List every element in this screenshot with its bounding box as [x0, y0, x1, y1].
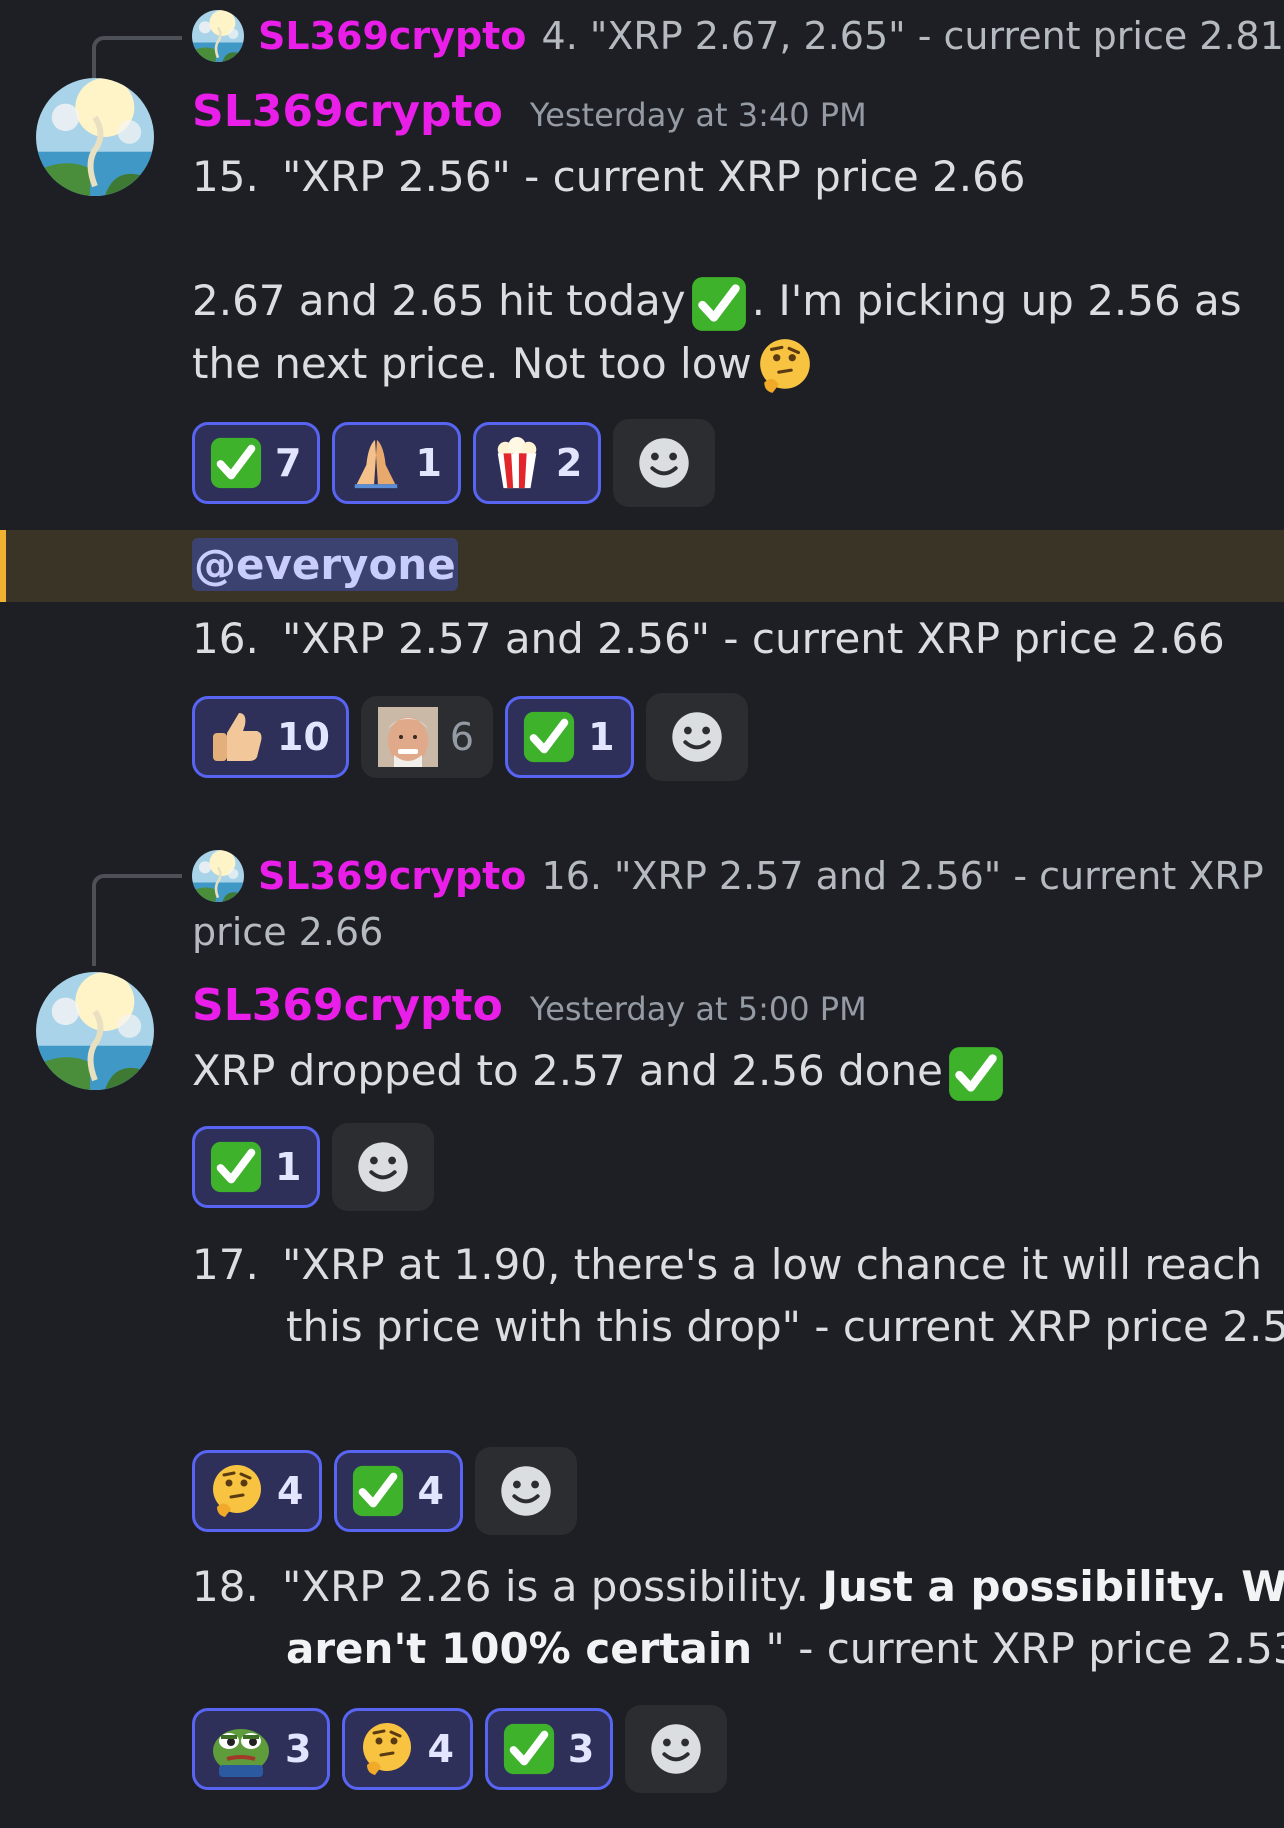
author-name[interactable]: SL369crypto [192, 980, 503, 1031]
reaction-count: 3 [567, 1727, 595, 1771]
timestamp[interactable]: Yesterday at 5:00 PM [530, 990, 867, 1028]
check-mark-emoji-icon [209, 1140, 263, 1194]
reply-text: 16. "XRP 2.57 and 2.56" - current XRP [541, 854, 1264, 898]
thinking-face-emoji-icon [211, 1463, 263, 1519]
reaction-count: 1 [415, 441, 442, 485]
author-avatar[interactable] [36, 78, 154, 196]
smiley-add-reaction-icon [670, 711, 723, 763]
reaction-thinking[interactable]: 4 [342, 1708, 473, 1790]
list-text: "XRP at 1.90, there's a low chance it wi… [282, 1240, 1284, 1351]
reaction-bar: 4 4 [192, 1447, 577, 1535]
reaction-count: 4 [277, 1469, 304, 1513]
reaction-check[interactable]: 1 [192, 1126, 321, 1208]
mention-line: @everyone [192, 534, 458, 605]
smiley-add-reaction-icon [650, 1723, 703, 1775]
list-text: "XRP 2.26 is a possibility. [282, 1562, 823, 1611]
timestamp[interactable]: Yesterday at 3:40 PM [530, 96, 867, 134]
reaction-check[interactable]: 1 [505, 696, 634, 778]
reply-text-continued: price 2.66 [192, 910, 384, 954]
body-text: 2.67 and 2.65 hit today [192, 276, 686, 325]
reaction-count: 6 [449, 715, 475, 759]
reaction-bar: 1 [192, 1123, 435, 1211]
thinking-face-emoji-icon [758, 337, 812, 395]
smiley-add-reaction-icon [638, 437, 691, 489]
reaction-count: 3 [285, 1727, 312, 1771]
list-number: 18. [192, 1562, 259, 1611]
reaction-count: 2 [555, 441, 583, 485]
reaction-count: 4 [427, 1727, 454, 1771]
thinking-face-emoji-icon [361, 1721, 413, 1777]
reaction-pepe[interactable]: 3 [192, 1708, 331, 1790]
reply-connector [92, 874, 182, 966]
reply-avatar[interactable] [192, 10, 244, 62]
reaction-bar: 7 1 2 [192, 419, 716, 507]
list-number: 15. [192, 152, 259, 201]
check-mark-emoji-icon [209, 436, 263, 490]
reaction-bar: 3 4 3 [192, 1705, 728, 1793]
mention-highlight-edge [0, 530, 6, 602]
message-header: SL369crypto Yesterday at 5:00 PM [192, 980, 867, 1031]
reply-connector [92, 36, 182, 80]
popcorn-emoji-icon [497, 436, 537, 489]
reply-author[interactable]: SL369crypto [258, 854, 526, 898]
pepe-frog-emoji-icon [213, 1729, 269, 1777]
reaction-count: 1 [588, 715, 615, 759]
list-text: " - current XRP price 2.53 [752, 1624, 1284, 1673]
reply-avatar[interactable] [192, 850, 244, 902]
reaction-check[interactable]: 7 [192, 422, 321, 504]
reaction-thumbs-up[interactable]: 10 [192, 696, 349, 778]
reply-preview[interactable]: SL369crypto 16. "XRP 2.57 and 2.56" - cu… [258, 854, 1264, 898]
message-body: 17. "XRP at 1.90, there's a low chance it… [192, 1234, 1284, 1358]
message-body: XRP dropped to 2.57 and 2.56 done [192, 1040, 1009, 1103]
add-reaction-button[interactable] [625, 1705, 728, 1793]
list-number: 17. [192, 1240, 259, 1289]
reaction-folded-hands[interactable]: 1 [332, 422, 461, 504]
body-text: the next price. Not too low [192, 338, 752, 388]
author-avatar[interactable] [36, 972, 154, 1090]
check-mark-emoji-icon [502, 1722, 556, 1776]
check-mark-emoji-icon [351, 1464, 405, 1518]
reaction-check[interactable]: 3 [484, 1708, 614, 1790]
message-body: 16. "XRP 2.57 and 2.56" - current XRP pri… [192, 608, 1272, 670]
check-mark-emoji-icon [522, 710, 576, 764]
reaction-count: 1 [275, 1145, 302, 1189]
smiley-add-reaction-icon [357, 1141, 410, 1193]
add-reaction-button[interactable] [645, 693, 748, 781]
everyone-mention[interactable]: @everyone [192, 538, 458, 591]
reaction-bar: 10 6 1 [192, 693, 748, 781]
add-reaction-button[interactable] [332, 1123, 435, 1211]
body-text: . I'm picking up 2.56 as [751, 276, 1242, 325]
reply-preview[interactable]: SL369crypto 4. "XRP 2.67, 2.65" - curren… [258, 14, 1284, 58]
thumbs-up-emoji-icon [213, 713, 262, 761]
reaction-thinking[interactable]: 4 [192, 1450, 323, 1532]
check-mark-emoji-icon [690, 275, 748, 333]
reply-text: 4. "XRP 2.67, 2.65" - current price 2.81 [541, 14, 1284, 58]
list-text: "XRP 2.56" - current XRP price 2.66 [282, 152, 1026, 201]
message-body: 15. "XRP 2.56" - current XRP price 2.66 2… [192, 146, 1252, 395]
add-reaction-button[interactable] [613, 419, 716, 507]
reply-author[interactable]: SL369crypto [258, 14, 526, 58]
reaction-count: 4 [417, 1469, 444, 1513]
check-mark-emoji-icon [947, 1045, 1005, 1103]
smiley-add-reaction-icon [499, 1465, 552, 1517]
message-body: 18. "XRP 2.26 is a possibility. Just a po… [192, 1556, 1284, 1680]
list-number: 16. [192, 614, 259, 663]
message-header: SL369crypto Yesterday at 3:40 PM [192, 86, 867, 137]
reaction-check[interactable]: 4 [334, 1450, 463, 1532]
reaction-popcorn[interactable]: 2 [472, 422, 602, 504]
reaction-count: 10 [277, 715, 330, 759]
body-text: XRP dropped to 2.57 and 2.56 done [192, 1046, 943, 1095]
folded-hands-emoji-icon [355, 439, 398, 489]
reaction-count: 7 [275, 441, 302, 485]
author-name[interactable]: SL369crypto [192, 86, 503, 137]
reaction-harold[interactable]: 6 [360, 696, 494, 778]
hide-the-pain-harold-emoji-icon [377, 707, 438, 767]
add-reaction-button[interactable] [474, 1447, 577, 1535]
list-text: "XRP 2.57 and 2.56" - current XRP price … [282, 614, 1225, 663]
